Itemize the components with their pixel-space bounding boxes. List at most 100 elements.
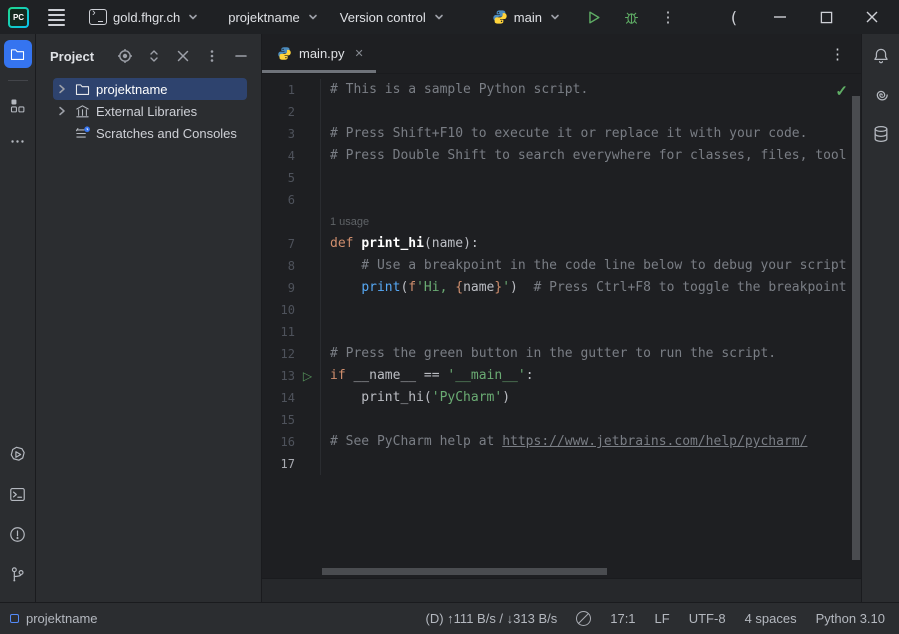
problems-tool-window-button[interactable]	[4, 520, 32, 548]
line-number[interactable]: 14	[262, 391, 295, 405]
horizontal-scrollbar[interactable]	[322, 568, 607, 575]
code-line[interactable]: 10	[262, 299, 861, 321]
chevron-right-icon[interactable]	[55, 82, 69, 96]
pycharm-logo-icon: PC	[8, 7, 29, 28]
run-configuration-selector[interactable]: main	[485, 4, 569, 30]
line-number[interactable]: 3	[262, 127, 295, 141]
structure-tool-window-button[interactable]	[4, 91, 32, 119]
code-text	[320, 321, 861, 343]
usages-inlay-hint[interactable]: 1 usage	[320, 211, 861, 233]
inspection-ok-icon[interactable]: ✓	[835, 82, 848, 100]
host-label: gold.fhgr.ch	[113, 10, 180, 25]
code-line[interactable]: 2	[262, 101, 861, 123]
tab-main-py[interactable]: main.py ✕	[262, 34, 376, 73]
encoding-widget[interactable]: UTF-8	[689, 611, 726, 626]
line-number[interactable]: 1	[262, 83, 295, 97]
line-number[interactable]: 5	[262, 171, 295, 185]
project-selector[interactable]: projektname	[221, 4, 327, 30]
layout-paren-icon[interactable]: (	[715, 2, 753, 32]
main-menu-button[interactable]	[39, 9, 74, 26]
remote-host-selector[interactable]: gold.fhgr.ch	[82, 4, 207, 30]
chevron-right-icon[interactable]	[55, 104, 69, 118]
inlay-hint-row[interactable]: 1 usage	[262, 211, 861, 233]
terminal-tool-window-button[interactable]	[4, 480, 32, 508]
line-number[interactable]: 13	[262, 369, 295, 383]
scratches-icon	[74, 125, 91, 142]
code-line[interactable]: 7 def print_hi(name):	[262, 233, 861, 255]
network-speed-widget[interactable]: (D) ↑111 B/s / ↓313 B/s	[426, 611, 558, 626]
line-number[interactable]: 8	[262, 259, 295, 273]
caret-position-widget[interactable]: 17:1	[610, 611, 635, 626]
tab-close-icon[interactable]: ✕	[355, 47, 364, 60]
code-line[interactable]: 15	[262, 409, 861, 431]
tree-item-external-libraries[interactable]: External Libraries	[53, 100, 247, 122]
project-tool-window-button[interactable]	[4, 40, 32, 68]
line-number[interactable]: 15	[262, 413, 295, 427]
statusbar-project-widget[interactable]: projektname	[10, 611, 98, 626]
editor-options-icon[interactable]: ⋮	[830, 45, 845, 63]
code-line[interactable]: 6	[262, 189, 861, 211]
code-line[interactable]: 13▷if __name__ == '__main__':	[262, 365, 861, 387]
line-number[interactable]: 12	[262, 347, 295, 361]
tree-item-label: Scratches and Consoles	[96, 126, 237, 141]
tree-item-projektname[interactable]: projektname	[53, 78, 247, 100]
code-line[interactable]: 1# This is a sample Python script.	[262, 79, 861, 101]
more-tool-windows-button[interactable]	[4, 127, 32, 155]
run-tool-window-button[interactable]	[4, 440, 32, 468]
left-tool-strip	[0, 34, 36, 602]
code-line[interactable]: 8 # Use a breakpoint in the code line be…	[262, 255, 861, 277]
code-line[interactable]: 4# Press Double Shift to search everywhe…	[262, 145, 861, 167]
git-tool-window-button[interactable]	[4, 560, 32, 588]
indent-widget[interactable]: 4 spaces	[745, 611, 797, 626]
line-number[interactable]: 11	[262, 325, 295, 339]
line-number[interactable]: 6	[262, 193, 295, 207]
notifications-button[interactable]	[871, 46, 891, 69]
line-number[interactable]: 2	[262, 105, 295, 119]
tree-item-scratches[interactable]: Scratches and Consoles	[53, 122, 247, 144]
code-line[interactable]: 9 print(f'Hi, {name}') # Press Ctrl+F8 t…	[262, 277, 861, 299]
title-bar: PC gold.fhgr.ch projektname Version cont…	[0, 0, 899, 34]
run-button[interactable]	[579, 4, 609, 30]
run-line-icon[interactable]: ▷	[295, 370, 320, 382]
maximize-button[interactable]	[807, 2, 845, 32]
code-text	[320, 409, 861, 431]
panel-options-icon[interactable]	[204, 48, 220, 64]
line-ending-widget[interactable]: LF	[655, 611, 670, 626]
debug-button[interactable]	[617, 4, 647, 30]
line-number[interactable]: 10	[262, 303, 295, 317]
code-line[interactable]: 11	[262, 321, 861, 343]
highlighting-level-icon[interactable]	[576, 611, 591, 626]
line-number[interactable]: 17	[262, 457, 295, 471]
tree-item-label: projektname	[96, 82, 168, 97]
line-number[interactable]: 4	[262, 149, 295, 163]
line-number[interactable]: 16	[262, 435, 295, 449]
locate-file-icon[interactable]	[117, 48, 133, 64]
close-button[interactable]	[853, 2, 891, 32]
more-actions-button[interactable]: ⋮	[653, 4, 683, 30]
line-number[interactable]: 9	[262, 281, 295, 295]
ai-assistant-button[interactable]	[871, 85, 891, 108]
code-text	[320, 101, 861, 123]
interpreter-widget[interactable]: Python 3.10	[816, 611, 885, 626]
chevron-down-icon	[306, 10, 320, 24]
minimize-button[interactable]	[761, 2, 799, 32]
line-number[interactable]: 7	[262, 237, 295, 251]
code-line[interactable]: 3# Press Shift+F10 to execute it or repl…	[262, 123, 861, 145]
status-bar: projektname (D) ↑111 B/s / ↓313 B/s 17:1…	[0, 602, 899, 634]
collapse-all-icon[interactable]	[175, 48, 191, 64]
vertical-scrollbar[interactable]	[852, 96, 860, 560]
code-text: def print_hi(name):	[320, 233, 861, 255]
expand-collapse-icon[interactable]	[146, 48, 162, 64]
hide-panel-icon[interactable]	[233, 48, 249, 64]
editor-area: main.py ✕ ⋮ 1# This is a sample Python s…	[262, 34, 861, 602]
version-control-menu[interactable]: Version control	[333, 4, 453, 30]
project-square-icon	[10, 614, 19, 623]
code-line[interactable]: 16# See PyCharm help at https://www.jetb…	[262, 431, 861, 453]
chevron-down-icon	[432, 10, 446, 24]
run-config-label: main	[514, 10, 542, 25]
database-button[interactable]	[871, 124, 891, 147]
code-line[interactable]: 14 print_hi('PyCharm')	[262, 387, 861, 409]
code-line[interactable]: 5	[262, 167, 861, 189]
code-line[interactable]: 17	[262, 453, 861, 475]
code-line[interactable]: 12# Press the green button in the gutter…	[262, 343, 861, 365]
